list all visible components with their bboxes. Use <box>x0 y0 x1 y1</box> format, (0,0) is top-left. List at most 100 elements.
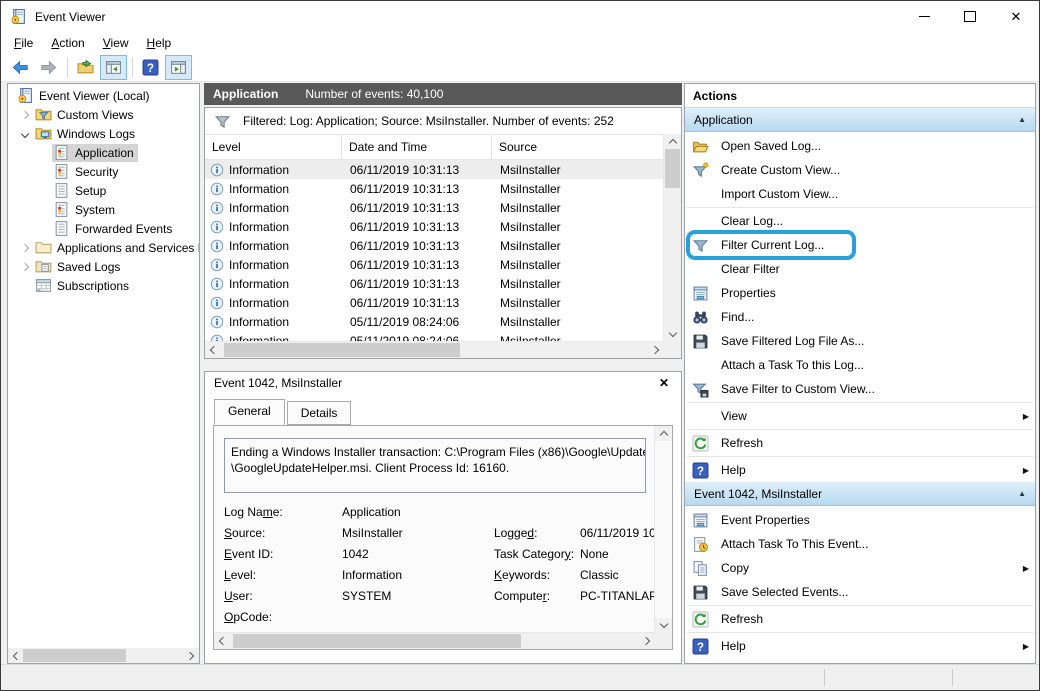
column-header-date-and-time[interactable]: Date and Time <box>342 135 492 159</box>
expand-arrow-icon[interactable] <box>16 264 34 270</box>
scroll-right-button[interactable] <box>184 648 199 663</box>
info-icon <box>210 220 224 234</box>
section-header-event-1042-msiinstaller[interactable]: Event 1042, MsiInstaller▲ <box>685 482 1035 506</box>
scroll-left-button[interactable] <box>205 342 220 358</box>
collapse-section-icon[interactable]: ▲ <box>1018 115 1026 124</box>
scroll-thumb[interactable] <box>224 343 460 357</box>
list-vertical-scrollbar[interactable] <box>663 134 681 342</box>
scroll-right-button[interactable] <box>649 342 664 358</box>
event-row[interactable]: Information06/11/2019 10:31:13MsiInstall… <box>205 198 664 217</box>
action-import-custom-view[interactable]: Import Custom View... <box>685 182 1035 206</box>
event-row[interactable]: Information06/11/2019 10:31:13MsiInstall… <box>205 293 664 312</box>
event-row[interactable]: Information06/11/2019 10:31:13MsiInstall… <box>205 274 664 293</box>
show-hide-console-tree-button[interactable] <box>100 55 127 80</box>
collapse-arrow-icon[interactable] <box>16 131 34 137</box>
action-filter-current-log[interactable]: Filter Current Log... <box>685 233 1035 257</box>
preview-horizontal-scrollbar[interactable] <box>214 632 655 649</box>
scroll-thumb[interactable] <box>665 149 680 188</box>
menu-action[interactable]: Action <box>42 33 93 53</box>
tree-item-subscriptions[interactable]: Subscriptions <box>8 276 199 295</box>
tree-item-application[interactable]: Application <box>8 143 199 162</box>
action-save-selected-events[interactable]: Save Selected Events... <box>685 580 1035 604</box>
minimize-button[interactable] <box>901 1 947 32</box>
scroll-track[interactable] <box>655 441 672 618</box>
scroll-left-button[interactable] <box>214 633 229 649</box>
expand-arrow-icon[interactable] <box>16 112 34 118</box>
scroll-down-button[interactable] <box>655 618 672 633</box>
event-row[interactable]: Information06/11/2019 10:31:13MsiInstall… <box>205 160 664 179</box>
event-row[interactable]: Information06/11/2019 10:31:13MsiInstall… <box>205 217 664 236</box>
event-row[interactable]: Information06/11/2019 10:31:13MsiInstall… <box>205 179 664 198</box>
action-refresh[interactable]: Refresh <box>685 431 1035 455</box>
action-open-saved-log[interactable]: Open Saved Log... <box>685 134 1035 158</box>
help-button[interactable]: ? <box>137 55 164 80</box>
tree-node: Security <box>52 163 122 181</box>
expand-arrow-icon[interactable] <box>16 245 34 251</box>
event-row[interactable]: Information06/11/2019 10:31:13MsiInstall… <box>205 236 664 255</box>
tree-horizontal-scrollbar[interactable] <box>8 648 199 663</box>
collapse-section-icon[interactable]: ▲ <box>1018 489 1026 498</box>
scroll-right-button[interactable] <box>640 633 655 649</box>
scroll-down-button[interactable] <box>664 327 681 342</box>
action-clear-filter[interactable]: Clear Filter <box>685 257 1035 281</box>
maximize-button[interactable] <box>947 1 993 32</box>
action-view[interactable]: View▶ <box>685 404 1035 428</box>
svg-text:?: ? <box>697 640 704 653</box>
tree-item-applications-and-services-lo[interactable]: Applications and Services Lo <box>8 238 199 257</box>
event-row[interactable]: Information06/11/2019 10:31:13MsiInstall… <box>205 255 664 274</box>
actions-sections: Application▲Open Saved Log...Create Cust… <box>685 108 1035 658</box>
action-help[interactable]: ?Help▶ <box>685 458 1035 482</box>
column-header-level[interactable]: Level <box>205 135 342 159</box>
column-header-source[interactable]: Source <box>492 135 664 159</box>
action-properties[interactable]: Properties <box>685 281 1035 305</box>
tree-item-system[interactable]: System <box>8 200 199 219</box>
action-attach-a-task-to-this-log[interactable]: Attach a Task To this Log... <box>685 353 1035 377</box>
section-header-application[interactable]: Application▲ <box>685 108 1035 132</box>
menu-help[interactable]: Help <box>138 33 181 53</box>
action-help[interactable]: ?Help▶ <box>685 634 1035 658</box>
tree-item-setup[interactable]: Setup <box>8 181 199 200</box>
action-event-properties[interactable]: Event Properties <box>685 508 1035 532</box>
scroll-up-button[interactable] <box>655 426 672 441</box>
task-icon <box>692 536 709 553</box>
tree-item-security[interactable]: Security <box>8 162 199 181</box>
action-refresh[interactable]: Refresh <box>685 607 1035 631</box>
tree-item-forwarded-events[interactable]: Forwarded Events <box>8 219 199 238</box>
scroll-track[interactable] <box>664 149 681 327</box>
tab-details[interactable]: Details <box>287 401 352 425</box>
menu-view[interactable]: View <box>94 33 138 53</box>
tree-item-event-viewer-local[interactable]: Event Viewer (Local) <box>8 86 199 105</box>
back-button[interactable] <box>7 55 34 80</box>
tree-item-label: Application <box>75 146 134 160</box>
export-button[interactable] <box>72 55 99 80</box>
close-button[interactable]: ✕ <box>993 1 1039 32</box>
tree-item-saved-logs[interactable]: Saved Logs <box>8 257 199 276</box>
preview-close-icon[interactable]: ✕ <box>656 376 672 390</box>
action-attach-task-to-this-event[interactable]: Attach Task To This Event... <box>685 532 1035 556</box>
submenu-arrow-icon: ▶ <box>1023 642 1029 651</box>
action-copy[interactable]: Copy▶ <box>685 556 1035 580</box>
forward-button[interactable] <box>35 55 62 80</box>
action-find[interactable]: Find... <box>685 305 1035 329</box>
scroll-up-button[interactable] <box>664 134 681 149</box>
status-bar <box>1 664 1039 690</box>
tree-item-windows-logs[interactable]: Windows Logs <box>8 124 199 143</box>
scroll-track[interactable] <box>229 633 640 649</box>
scroll-thumb[interactable] <box>23 649 126 662</box>
action-clear-log[interactable]: Clear Log... <box>685 209 1035 233</box>
scroll-left-button[interactable] <box>8 648 23 663</box>
list-horizontal-scrollbar[interactable] <box>205 341 664 358</box>
tab-general[interactable]: General <box>214 399 285 425</box>
menu-file[interactable]: File <box>5 33 42 53</box>
preview-vertical-scrollbar[interactable] <box>654 426 672 633</box>
scroll-thumb[interactable] <box>233 634 521 648</box>
action-save-filter-to-custom-view[interactable]: Save Filter to Custom View... <box>685 377 1035 401</box>
show-hide-action-pane-button[interactable] <box>165 55 192 80</box>
tree-item-custom-views[interactable]: Custom Views <box>8 105 199 124</box>
action-create-custom-view[interactable]: Create Custom View... <box>685 158 1035 182</box>
scroll-track[interactable] <box>23 648 184 663</box>
action-save-filtered-log-file-as[interactable]: Save Filtered Log File As... <box>685 329 1035 353</box>
action-label: Attach a Task To this Log... <box>721 358 1035 372</box>
scroll-track[interactable] <box>220 342 649 358</box>
event-row[interactable]: Information05/11/2019 08:24:06MsiInstall… <box>205 312 664 331</box>
